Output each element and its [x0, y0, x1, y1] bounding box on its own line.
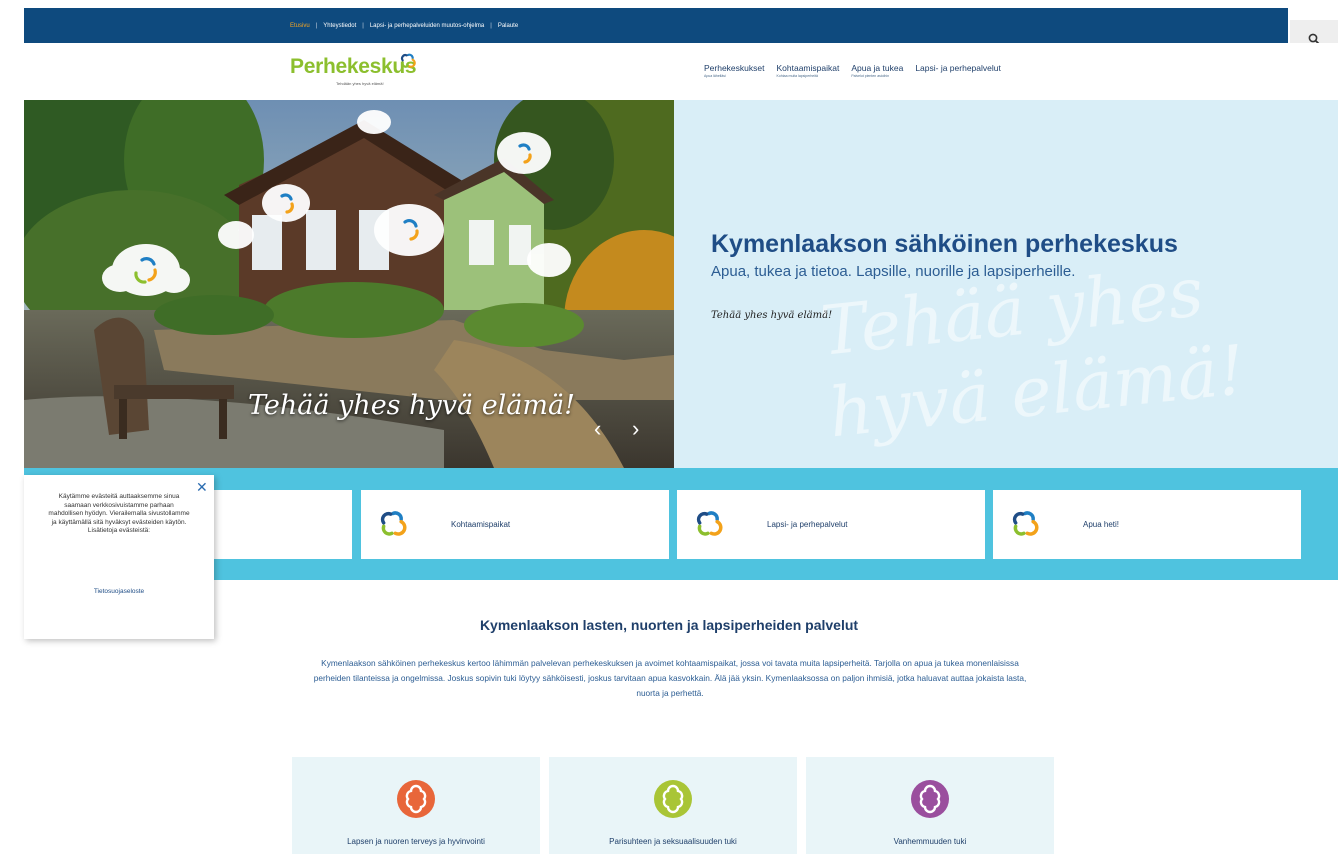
perhekeskus-logo-icon [1012, 511, 1039, 536]
service-card-parenting[interactable]: Vanhemmuuden tuki [806, 757, 1054, 854]
relationship-service-icon [654, 780, 692, 818]
cookie-notice: ✕ Käytämme evästeitä auttaaksemme sinua … [24, 475, 214, 639]
cookie-text: Käytämme evästeitä auttaaksemme sinua sa… [48, 493, 190, 534]
quick-link-label: Apua heti! [1083, 520, 1120, 529]
quick-link-label: Lapsi- ja perhepalvelut [767, 520, 848, 529]
nav-label: Apua ja tukea [851, 63, 904, 73]
carousel-prev-button[interactable]: ‹ [594, 418, 601, 440]
quick-links-band: Kohtaamispaikat Lapsi- ja perhepalvelut … [24, 468, 1338, 580]
page: { "top_links": [ {"label": "Etusivu", "a… [0, 0, 1338, 854]
perhekeskus-logo-icon [401, 53, 416, 68]
nav-sublabel: Kohtaa muita lapsiperheitä [776, 74, 818, 78]
hero-title: Kymenlaakson sähköinen perhekeskus [711, 230, 1178, 258]
close-icon[interactable]: ✕ [196, 479, 208, 496]
hero-photo: Tehää yhes hyvä elämä! ‹ › [24, 100, 674, 468]
nav-sublabel: Palvelut pienten asioihin [851, 74, 890, 78]
hero-subtitle: Apua, tukea ja tietoa. Lapsille, nuorill… [711, 263, 1076, 280]
separator: | [315, 22, 318, 29]
nav-sublabel: Apua lähelläsi [704, 74, 726, 78]
site-logo[interactable]: Perhekeskus Tehdään yhes hyvä elämä! [290, 53, 417, 86]
logo-tagline: Tehdään yhes hyvä elämä! [336, 81, 384, 86]
photo-caption: Tehää yhes hyvä elämä! [248, 390, 575, 421]
utility-link-feedback[interactable]: Palaute [498, 23, 518, 29]
perhekeskus-logo-icon [696, 511, 723, 536]
nav-apua-ja-tukea[interactable]: Apua ja tukea Palvelut pienten asioihin [851, 63, 903, 78]
services-intro: Kymenlaakson sähköinen perhekeskus kerto… [313, 658, 1027, 698]
service-card-label: Parisuhteen ja seksuaalisuuden tuki [609, 837, 737, 846]
service-card-health[interactable]: Lapsen ja nuoren terveys ja hyvinvointi [292, 757, 540, 854]
privacy-policy-link[interactable]: Tietosuojaseloste [48, 588, 190, 595]
main-nav: Perhekeskukset Apua lähelläsi Kohtaamisp… [704, 63, 1013, 78]
utility-bar: Etusivu | Yhteystiedot | Lapsi- ja perhe… [24, 8, 1288, 43]
hero-text-panel: Tehää yhes hyvä elämä! Kymenlaakson sähk… [674, 100, 1338, 468]
service-card-label: Vanhemmuuden tuki [893, 837, 967, 846]
health-service-icon [397, 780, 435, 818]
nav-label: Kohtaamispaikat [776, 63, 840, 73]
site-header: Perhekeskus Tehdään yhes hyvä elämä! Per… [24, 43, 1338, 100]
utility-link-home[interactable]: Etusivu [290, 23, 310, 29]
logo-text: Perhekeskus [290, 55, 417, 78]
parenting-service-icon [911, 780, 949, 818]
quick-link-lapsi-ja-perhepalvelut[interactable]: Lapsi- ja perhepalvelut [677, 490, 985, 559]
hero-section: Tehää yhes hyvä elämä! ‹ › Tehää yhes hy… [24, 100, 1338, 468]
nav-perhekeskukset[interactable]: Perhekeskukset Apua lähelläsi [704, 63, 764, 78]
separator: | [362, 22, 364, 29]
separator: | [490, 22, 492, 29]
service-card-relationship[interactable]: Parisuhteen ja seksuaalisuuden tuki [549, 757, 797, 854]
utility-link-contact[interactable]: Yhteystiedot [323, 23, 356, 29]
hero-slogan: Tehää yhes hyvä elämä! [711, 310, 833, 321]
utility-link-change-program[interactable]: Lapsi- ja perhepalveluiden muutos-ohjelm… [370, 23, 484, 29]
service-card-label: Lapsen ja nuoren terveys ja hyvinvointi [347, 837, 485, 846]
services-title: Kymenlaakson lasten, nuorten ja lapsiper… [479, 617, 859, 633]
perhekeskus-logo-icon [380, 511, 407, 536]
nav-label: Lapsi- ja perhepalvelut [915, 63, 1001, 73]
carousel-next-button[interactable]: › [632, 418, 639, 440]
quick-link-label: Kohtaamispaikat [451, 520, 511, 529]
quick-link-apua-heti[interactable]: Apua heti! [993, 490, 1301, 559]
quick-link-kohtaamispaikat[interactable]: Kohtaamispaikat [361, 490, 669, 559]
utility-links: Etusivu | Yhteystiedot | Lapsi- ja perhe… [290, 8, 518, 43]
nav-lapsi-ja-perhepalvelut[interactable]: Lapsi- ja perhepalvelut [915, 63, 1001, 78]
nav-label: Perhekeskukset [704, 63, 765, 73]
nav-kohtaamispaikat[interactable]: Kohtaamispaikat Kohtaa muita lapsiperhei… [776, 63, 839, 78]
